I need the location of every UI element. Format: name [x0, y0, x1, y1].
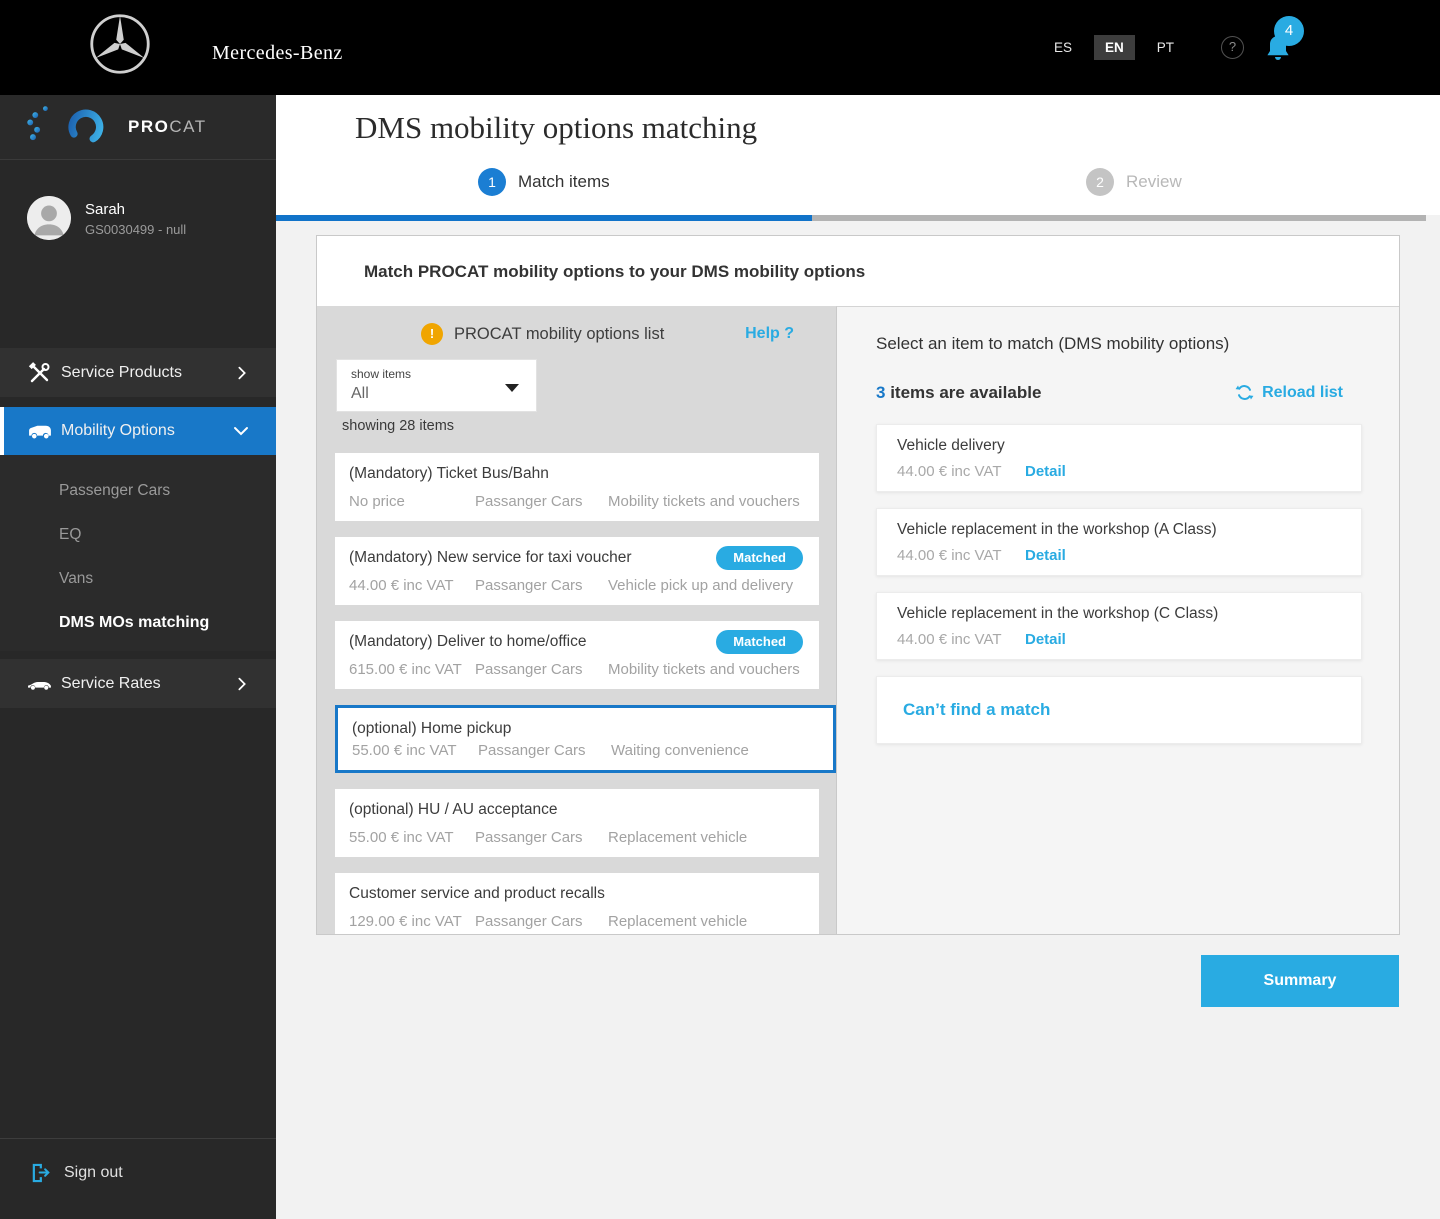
item-type: Mobility tickets and vouchers — [608, 661, 800, 678]
list-item[interactable]: (Mandatory) Ticket Bus/Bahn No price Pass… — [335, 453, 819, 521]
dms-options-panel: Select an item to match (DMS mobility op… — [836, 306, 1399, 934]
item-category: Passanger Cars — [475, 913, 583, 930]
item-category: Passanger Cars — [475, 829, 583, 846]
list-item[interactable]: Customer service and product recalls 129… — [335, 873, 819, 934]
match-card: Match PROCAT mobility options to your DM… — [316, 235, 1400, 935]
sidebar: PROCAT Sarah GS0030499 - null Service Pr… — [0, 95, 276, 1219]
help-icon[interactable]: ? — [1221, 36, 1244, 59]
user-name: Sarah — [85, 201, 126, 218]
item-category: Passanger Cars — [478, 742, 586, 759]
progress-bar-track — [812, 215, 1426, 221]
show-items-dropdown[interactable]: show items All — [336, 359, 537, 412]
mercedes-star-icon — [88, 12, 152, 81]
detail-link[interactable]: Detail — [1025, 463, 1066, 480]
sidebar-item-mobility-options[interactable]: Mobility Options — [0, 407, 276, 455]
show-items-value: All — [351, 385, 369, 402]
match-card-header: Match PROCAT mobility options to your DM… — [317, 236, 1399, 306]
lang-es[interactable]: ES — [1048, 35, 1078, 60]
list-item[interactable]: (Mandatory) New service for taxi voucher… — [335, 537, 819, 605]
item-type: Vehicle pick up and delivery — [608, 577, 794, 594]
notification-count-badge: 4 — [1274, 16, 1304, 46]
language-switcher: ES EN PT — [1048, 35, 1180, 60]
sign-out-icon — [32, 1163, 50, 1183]
reload-icon — [1235, 385, 1254, 400]
step-review[interactable]: 2 Review — [1086, 168, 1182, 196]
sidebar-item-service-rates[interactable]: Service Rates — [0, 659, 276, 708]
item-type: Replacement vehicle — [608, 913, 748, 930]
list-item[interactable]: (Mandatory) Deliver to home/office Match… — [335, 621, 819, 689]
sidebar-item-eq[interactable]: EQ — [0, 513, 276, 557]
procat-wrench-icon — [27, 106, 104, 145]
chevron-right-icon — [234, 676, 250, 692]
items-available-text: 3 items are available — [876, 383, 1042, 402]
progress-bar-active — [276, 215, 812, 221]
item-category: Passanger Cars — [475, 493, 583, 510]
sidebar-divider — [0, 1138, 276, 1139]
list-item[interactable]: Vehicle replacement in the workshop (A C… — [876, 508, 1362, 576]
showing-count-text: showing 28 items — [342, 418, 455, 434]
matched-badge: Matched — [716, 546, 803, 570]
item-price: 55.00 € inc VAT — [352, 742, 457, 759]
sidebar-item-passenger-cars[interactable]: Passenger Cars — [0, 469, 276, 513]
step-1-number: 1 — [478, 168, 506, 196]
list-item[interactable]: Vehicle delivery 44.00 € inc VAT Detail — [876, 424, 1362, 492]
sidebar-item-service-products[interactable]: Service Products — [0, 348, 276, 397]
item-type: Mobility tickets and vouchers — [608, 493, 800, 510]
match-card-title: Match PROCAT mobility options to your DM… — [364, 262, 866, 281]
detail-link[interactable]: Detail — [1025, 547, 1066, 564]
car-icon — [27, 676, 53, 691]
top-header-bar: Mercedes-Benz ES EN PT ? 4 — [0, 0, 1440, 95]
warning-icon: ! — [421, 323, 443, 345]
item-type: Replacement vehicle — [608, 829, 748, 846]
procat-options-panel: ! PROCAT mobility options list Help ? sh… — [317, 306, 836, 934]
summary-button[interactable]: Summary — [1201, 955, 1399, 1007]
user-id: GS0030499 - null — [85, 222, 187, 237]
item-price: 44.00 € inc VAT — [897, 631, 1002, 648]
step-2-number: 2 — [1086, 168, 1114, 196]
brand-wordmark: Mercedes-Benz — [212, 42, 343, 64]
procat-list-title: PROCAT mobility options list — [454, 325, 665, 343]
item-price: No price — [349, 493, 405, 510]
caret-down-icon — [505, 384, 519, 392]
cant-find-match-button[interactable]: Can’t find a match — [876, 676, 1362, 744]
mobility-options-submenu: Passenger Cars EQ Vans DMS MOs matching — [0, 455, 276, 651]
dms-options-list: Vehicle delivery 44.00 € inc VAT Detail V… — [876, 424, 1362, 744]
lang-en-active[interactable]: EN — [1094, 35, 1135, 60]
list-item[interactable]: (optional) HU / AU acceptance 55.00 € in… — [335, 789, 819, 857]
step-match-items[interactable]: 1 Match items — [478, 168, 610, 196]
sidebar-item-vans[interactable]: Vans — [0, 557, 276, 601]
item-price: 55.00 € inc VAT — [349, 829, 454, 846]
sidebar-item-dms-mos-matching[interactable]: DMS MOs matching — [0, 601, 276, 645]
matched-badge: Matched — [716, 630, 803, 654]
item-price: 44.00 € inc VAT — [349, 577, 454, 594]
item-price: 44.00 € inc VAT — [897, 547, 1002, 564]
procat-logo-text: PROCAT — [128, 117, 207, 136]
avatar — [27, 196, 71, 240]
procat-logo: PROCAT — [0, 95, 276, 160]
help-link[interactable]: Help ? — [745, 325, 794, 343]
list-item[interactable]: Vehicle replacement in the workshop (C C… — [876, 592, 1362, 660]
procat-options-list: (Mandatory) Ticket Bus/Bahn No price Pass… — [335, 453, 836, 934]
item-price: 44.00 € inc VAT — [897, 463, 1002, 480]
item-price: 615.00 € inc VAT — [349, 661, 462, 678]
dms-panel-title: Select an item to match (DMS mobility op… — [876, 334, 1230, 353]
chevron-right-icon — [234, 365, 250, 381]
item-category: Passanger Cars — [475, 577, 583, 594]
item-price: 129.00 € inc VAT — [349, 913, 462, 930]
list-item-selected[interactable]: (optional) Home pickup 55.00 € inc VAT Pa… — [335, 705, 836, 773]
lang-pt[interactable]: PT — [1151, 35, 1180, 60]
page-title: DMS mobility options matching — [355, 110, 758, 145]
chevron-down-icon — [232, 422, 250, 440]
item-type: Waiting convenience — [611, 742, 749, 759]
item-category: Passanger Cars — [475, 661, 583, 678]
detail-link[interactable]: Detail — [1025, 631, 1066, 648]
reload-list-button[interactable]: Reload list — [1235, 383, 1343, 402]
van-icon — [27, 423, 53, 440]
sign-out-button[interactable]: Sign out — [0, 1151, 276, 1195]
tools-icon — [27, 361, 53, 385]
